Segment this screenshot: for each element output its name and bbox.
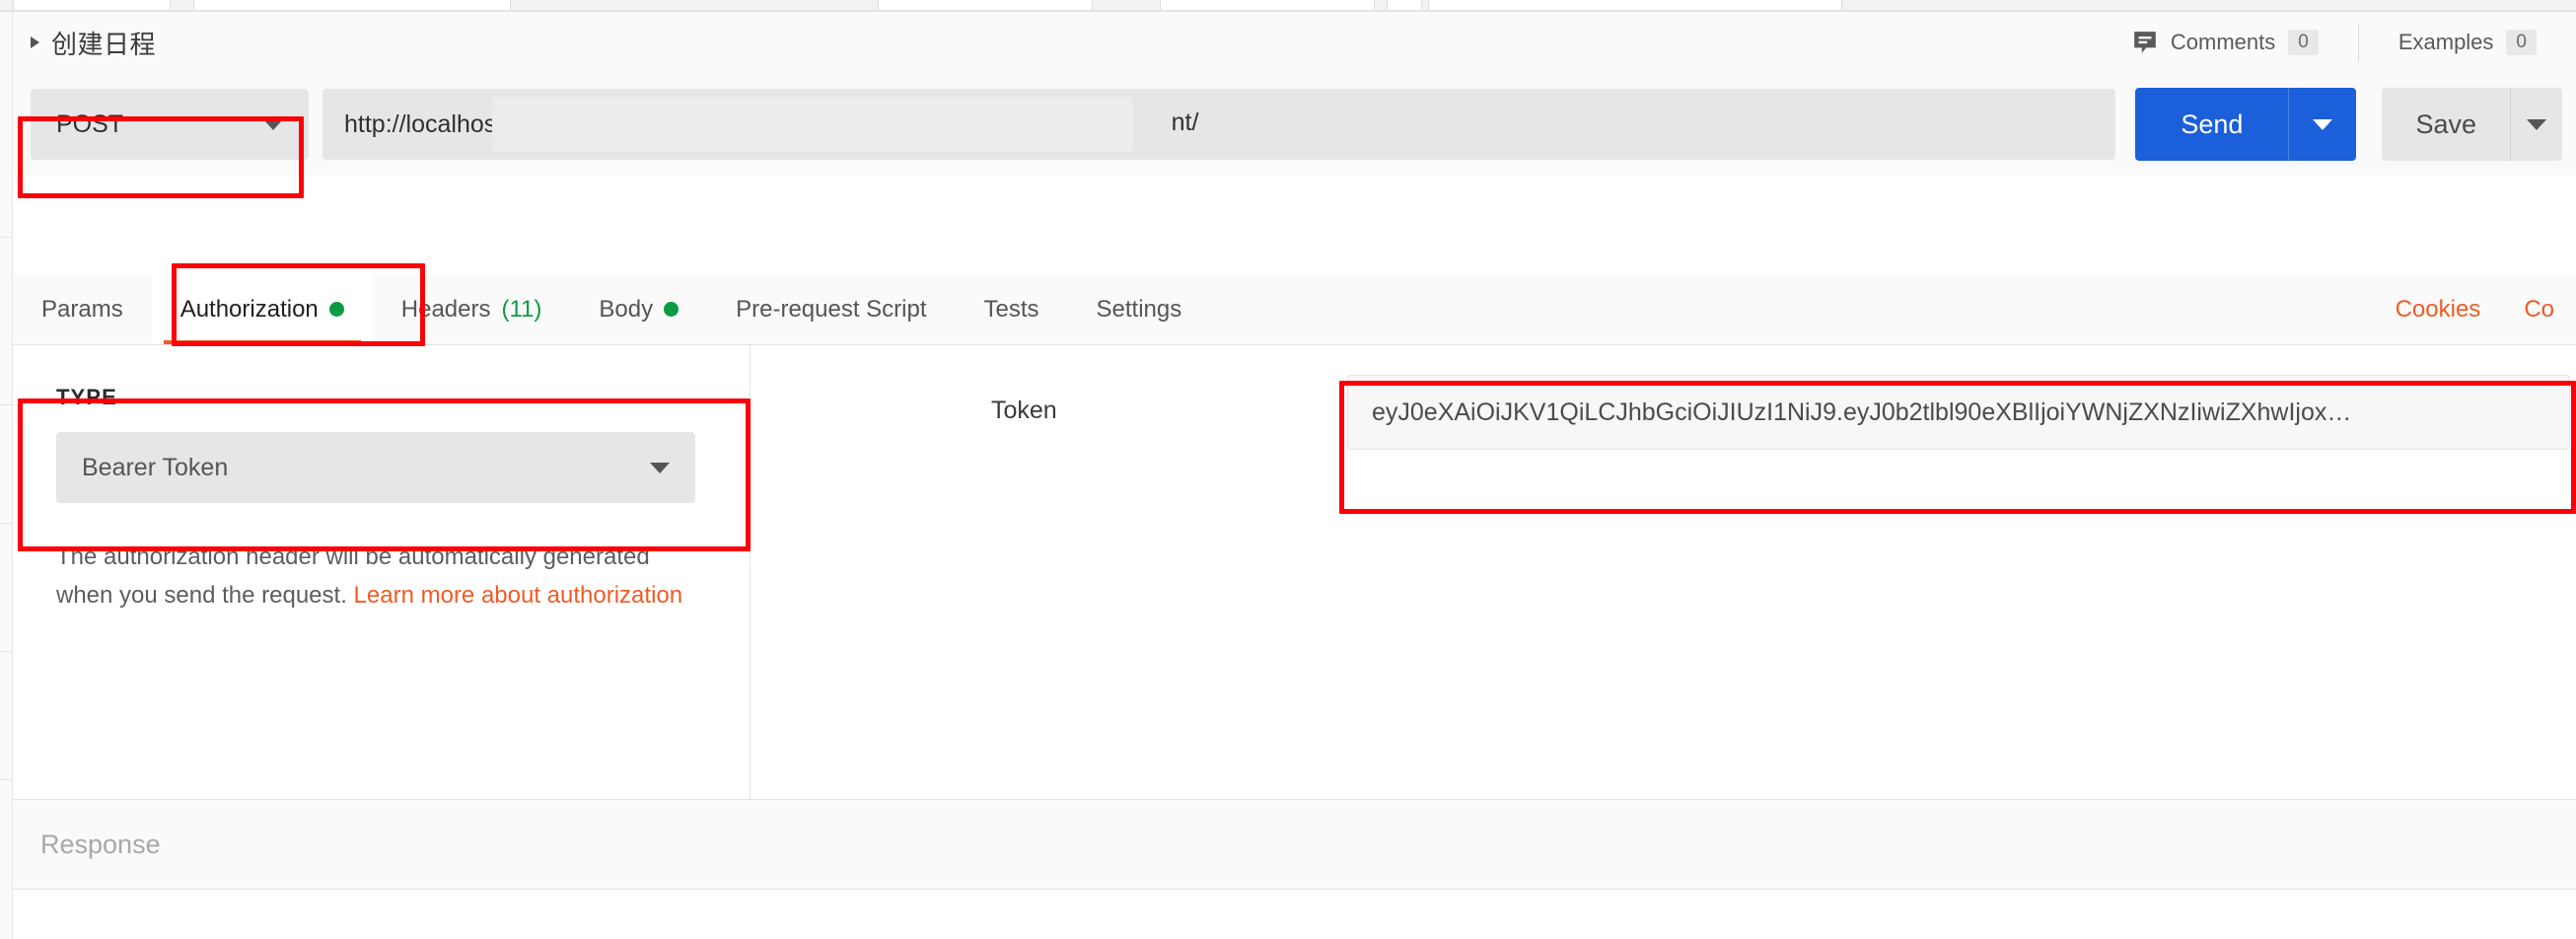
gutter-tick	[0, 651, 13, 652]
request-header-actions: Comments 0 Examples 0	[2093, 12, 2576, 73]
tab-label: Headers	[400, 295, 491, 323]
send-button-label[interactable]: Send	[2135, 88, 2290, 161]
examples-button[interactable]: Examples 0	[2357, 23, 2576, 62]
tab-authorization[interactable]: Authorization	[151, 274, 373, 344]
tab-headers[interactable]: Headers (11)	[373, 274, 571, 344]
comments-count: 0	[2288, 30, 2319, 55]
save-options-button[interactable]	[2511, 88, 2562, 161]
chevron-down-icon	[263, 118, 283, 130]
save-button-label[interactable]: Save	[2382, 88, 2511, 161]
response-label: Response	[40, 829, 161, 859]
tab-sliver[interactable]	[193, 0, 511, 10]
send-options-button[interactable]	[2289, 88, 2356, 161]
save-button[interactable]: Save	[2382, 88, 2562, 161]
chevron-down-icon	[650, 462, 670, 473]
http-method-label: POST	[56, 109, 124, 138]
bearer-token-panel: Token eyJ0eXAiOiJKV1QiLCJhbGciOiJIUzI1Ni…	[751, 345, 2576, 799]
postman-request-builder: 创建日程 Comments 0 Examples 0 POST http://l…	[0, 0, 2576, 939]
tabs-spacer	[1210, 274, 2373, 344]
token-input[interactable]: eyJ0eXAiOiJKV1QiLCJhbGciOiJIUzI1NiJ9.eyJ…	[1347, 375, 2570, 450]
comment-icon	[2132, 30, 2158, 55]
response-body-area	[13, 890, 2576, 939]
auth-type-panel: TYPE Bearer Token The authorization head…	[13, 345, 751, 799]
tab-label: Pre-request Script	[736, 295, 927, 323]
tab-params[interactable]: Params	[13, 274, 152, 344]
auth-type-dropdown[interactable]: Bearer Token	[56, 432, 695, 503]
tab-label: Authorization	[179, 295, 319, 323]
tab-sliver[interactable]	[878, 0, 1093, 10]
gutter-tick	[0, 404, 13, 405]
tab-label: Settings	[1096, 295, 1182, 323]
tab-sliver[interactable]	[1387, 0, 1422, 10]
tab-label: Params	[41, 295, 123, 323]
examples-count: 0	[2506, 30, 2537, 55]
chevron-down-icon	[2313, 118, 2333, 130]
code-link[interactable]: Co	[2502, 274, 2576, 344]
url-input-wrapper: nt/	[322, 89, 2116, 160]
chevron-down-icon	[2527, 118, 2546, 130]
tab-sliver[interactable]	[1160, 0, 1375, 10]
status-dot-icon	[328, 302, 344, 317]
tab-tests[interactable]: Tests	[956, 274, 1068, 344]
tab-sliver[interactable]	[13, 0, 171, 10]
auth-type-value: Bearer Token	[82, 453, 229, 481]
tab-pre-request-script[interactable]: Pre-request Script	[707, 274, 955, 344]
gutter-tick	[0, 237, 13, 238]
comments-label: Comments	[2170, 30, 2276, 54]
tab-settings[interactable]: Settings	[1068, 274, 1211, 344]
gutter-tick	[0, 779, 13, 780]
tab-body[interactable]: Body	[570, 274, 707, 344]
examples-label: Examples	[2397, 30, 2494, 54]
auth-help-text: The authorization header will be automat…	[56, 539, 687, 615]
tab-count: (11)	[501, 295, 542, 323]
request-tabs: Params Authorization Headers (11) Body P…	[13, 274, 2576, 345]
auth-help-link[interactable]: Learn more about authorization	[354, 582, 683, 609]
url-input[interactable]	[322, 89, 2116, 160]
url-bar: POST nt/ Send Save	[13, 73, 2576, 176]
tab-sliver[interactable]	[1428, 0, 1842, 10]
http-method-dropdown[interactable]: POST	[31, 89, 309, 160]
send-button[interactable]: Send	[2135, 88, 2357, 161]
comments-button[interactable]: Comments 0	[2093, 23, 2358, 62]
tab-label: Tests	[983, 295, 1039, 323]
cookies-link[interactable]: Cookies	[2374, 274, 2503, 344]
tab-label: Body	[599, 295, 654, 323]
caret-right-icon[interactable]	[31, 36, 39, 48]
page-title: 创建日程	[51, 29, 157, 59]
request-header-bar: 创建日程 Comments 0 Examples 0	[13, 12, 2576, 73]
gutter-tick	[0, 523, 13, 524]
left-gutter	[0, 12, 13, 939]
auth-type-heading: TYPE	[56, 385, 117, 409]
status-dot-icon	[664, 302, 680, 317]
authorization-panel: TYPE Bearer Token The authorization head…	[13, 345, 2576, 799]
token-label: Token	[991, 397, 1057, 424]
breadcrumb[interactable]: 创建日程	[31, 25, 156, 61]
response-section-header: Response	[13, 799, 2576, 890]
window-tab-strip	[0, 0, 2576, 12]
